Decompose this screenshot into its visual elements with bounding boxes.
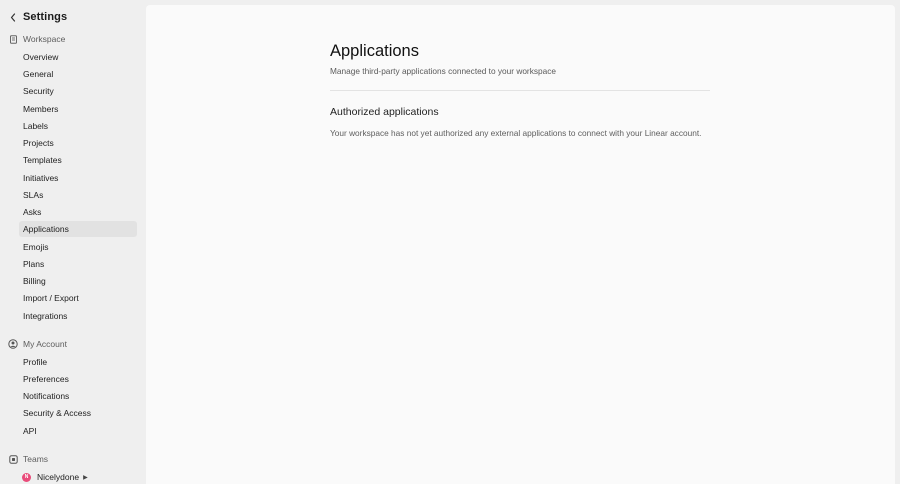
empty-state-text: Your workspace has not yet authorized an… <box>330 128 702 138</box>
section-teams[interactable]: Teams <box>8 453 48 465</box>
sidebar-item-initiatives[interactable]: Initiatives <box>19 170 137 186</box>
sidebar-item-preferences[interactable]: Preferences <box>19 371 137 387</box>
section-teams-label: Teams <box>23 454 49 464</box>
sidebar-team-nicelydone[interactable]: N Nicelydone ▶ <box>22 471 88 483</box>
page-subtitle: Manage third-party applications connecte… <box>330 66 556 76</box>
chevron-left-icon[interactable] <box>8 10 18 24</box>
authorized-applications-heading: Authorized applications <box>330 106 439 118</box>
sidebar-item-import-export[interactable]: Import / Export <box>19 290 137 306</box>
page-title: Applications <box>330 42 419 60</box>
settings-header: Settings <box>8 10 67 24</box>
sidebar-item-general[interactable]: General <box>19 66 137 82</box>
teams-icon <box>8 454 18 464</box>
sidebar-item-members[interactable]: Members <box>19 101 137 117</box>
sidebar-item-applications[interactable]: Applications <box>19 221 137 237</box>
section-workspace[interactable]: Workspace <box>8 33 65 45</box>
section-my-account-label: My Account <box>23 339 67 349</box>
main-content: Applications Manage third-party applicat… <box>146 5 895 484</box>
caret-right-icon: ▶ <box>83 474 88 481</box>
sidebar-item-integrations[interactable]: Integrations <box>19 308 137 324</box>
sidebar-item-billing[interactable]: Billing <box>19 273 137 289</box>
sidebar-item-security-access[interactable]: Security & Access <box>19 405 137 421</box>
sidebar-item-api[interactable]: API <box>19 423 137 439</box>
sidebar-item-plans[interactable]: Plans <box>19 256 137 272</box>
sidebar-item-profile[interactable]: Profile <box>19 354 137 370</box>
sidebar-item-projects[interactable]: Projects <box>19 135 137 151</box>
section-my-account[interactable]: My Account <box>8 338 67 350</box>
sidebar-item-slas[interactable]: SLAs <box>19 187 137 203</box>
divider <box>330 90 710 91</box>
app-window: Settings Workspace Overview General Secu… <box>0 0 900 484</box>
team-label: Nicelydone <box>37 472 80 482</box>
team-avatar: N <box>22 472 31 482</box>
sidebar-item-security[interactable]: Security <box>19 83 137 99</box>
sidebar-item-asks[interactable]: Asks <box>19 204 137 220</box>
sidebar-item-labels[interactable]: Labels <box>19 118 137 134</box>
workspace-icon <box>8 34 18 44</box>
settings-title: Settings <box>23 11 68 23</box>
sidebar-item-notifications[interactable]: Notifications <box>19 388 137 404</box>
settings-sidebar: Settings Workspace Overview General Secu… <box>0 0 146 484</box>
sidebar-item-overview[interactable]: Overview <box>19 49 137 65</box>
section-workspace-label: Workspace <box>23 34 66 44</box>
sidebar-item-templates[interactable]: Templates <box>19 152 137 168</box>
sidebar-item-emojis[interactable]: Emojis <box>19 239 137 255</box>
user-circle-icon <box>8 339 18 349</box>
